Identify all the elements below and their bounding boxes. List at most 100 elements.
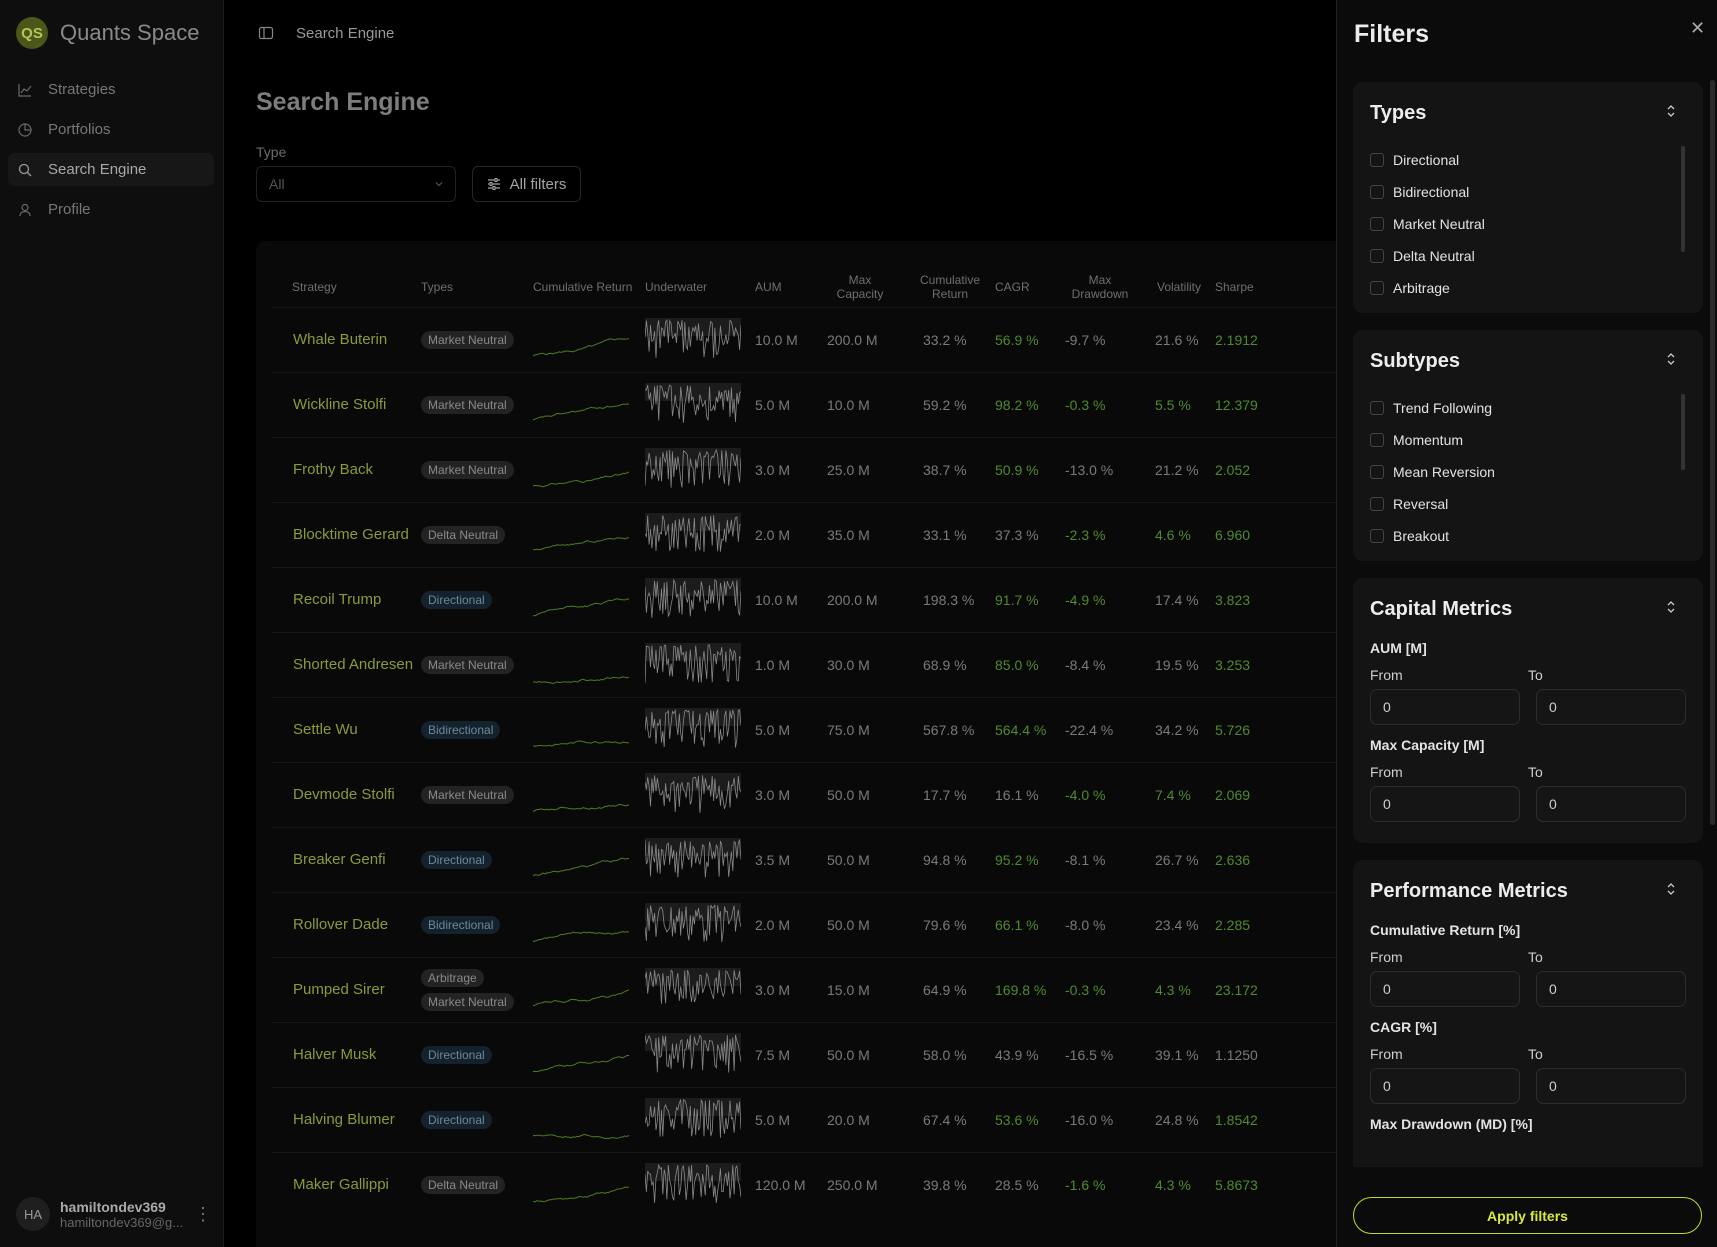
table-row[interactable]: Pumped Sirer Arbitrage Market Neutral 3.0 M… — [271, 956, 1336, 1022]
filter-option-delta-neutral[interactable]: Delta Neutral — [1370, 240, 1686, 272]
strategy-name-link[interactable]: Recoil Trump — [271, 566, 421, 632]
chevron-up-down-icon[interactable] — [1665, 104, 1677, 118]
table-row[interactable]: Whale Buterin Market Neutral 10.0 M 200.0 M… — [271, 306, 1336, 372]
range-from-input[interactable]: 0 — [1370, 689, 1520, 725]
checkbox[interactable] — [1370, 217, 1384, 231]
table-row[interactable]: Recoil Trump Directional 10.0 M 200.0 M 198.… — [271, 566, 1336, 632]
checkbox[interactable] — [1370, 497, 1384, 511]
from-label: From — [1370, 667, 1403, 683]
col-strategy[interactable]: Strategy — [271, 267, 421, 307]
sidebar-item-strategies[interactable]: Strategies — [8, 73, 214, 106]
col-aum[interactable]: AUM — [755, 267, 815, 307]
sidebar-nav: Strategies Portfolios Search Engine Prof… — [8, 73, 214, 233]
table-row[interactable]: Rollover Dade Bidirectional 2.0 M 50.0 M 79.… — [271, 891, 1336, 957]
col-max-capacity[interactable]: Max Capacity — [815, 267, 905, 307]
strategy-name-link[interactable]: Halver Musk — [271, 1021, 421, 1087]
max-capacity-cell: 35.0 M — [815, 501, 905, 567]
col-cumulative-return-chart[interactable]: Cumulative Return — [533, 267, 645, 307]
strategy-name-link[interactable]: Blocktime Gerard — [271, 501, 421, 567]
filter-option-trend-following[interactable]: Trend Following — [1370, 392, 1686, 424]
sidebar-item-portfolios[interactable]: Portfolios — [8, 113, 214, 146]
col-sharpe[interactable]: Sharpe — [1215, 267, 1336, 307]
table-row[interactable]: Devmode Stolfi Market Neutral 3.0 M 50.0 M1… — [271, 761, 1336, 827]
filter-option-bidirectional[interactable]: Bidirectional — [1370, 176, 1686, 208]
strategy-name-link[interactable]: Devmode Stolfi — [271, 761, 421, 827]
more-vertical-icon[interactable]: ⋮ — [194, 1204, 212, 1225]
checkbox[interactable] — [1370, 433, 1384, 447]
table-row[interactable]: Settle Wu Bidirectional 5.0 M 75.0 M 567.8 %… — [271, 696, 1336, 762]
subtypes-scrollbar[interactable] — [1681, 394, 1685, 470]
cumulative-return-chart-cell — [533, 891, 645, 957]
range-from-input[interactable]: 0 — [1370, 1068, 1520, 1104]
strategy-name-link[interactable]: Breaker Genfi — [271, 826, 421, 892]
strategy-name-link[interactable]: Whale Buterin — [271, 306, 421, 372]
col-volatility[interactable]: Volatility — [1143, 267, 1215, 307]
checkbox[interactable] — [1370, 185, 1384, 199]
strategy-name-link[interactable]: Settle Wu — [271, 696, 421, 762]
sidebar-toggle-icon[interactable] — [258, 25, 274, 41]
range-to-input[interactable]: 0 — [1536, 971, 1686, 1007]
table-row[interactable]: Frothy Back Market Neutral 3.0 M 25.0 M 38.7… — [271, 436, 1336, 502]
strategy-name-link[interactable]: Rollover Dade — [271, 891, 421, 957]
sidebar-item-search-engine[interactable]: Search Engine — [8, 153, 214, 186]
underwater-chart-cell — [645, 1021, 755, 1087]
range-to-input[interactable]: 0 — [1536, 689, 1686, 725]
filter-option-arbitrage[interactable]: Arbitrage — [1370, 272, 1686, 304]
table-row[interactable]: Maker Gallippi Delta Neutral 120.0 M 250.0 … — [271, 1151, 1336, 1217]
types-cell: Delta Neutral — [421, 1151, 533, 1217]
strategy-name-link[interactable]: Wickline Stolfi — [271, 371, 421, 437]
strategy-name-link[interactable]: Shorted Andresen — [271, 631, 421, 697]
chevron-up-down-icon[interactable] — [1665, 600, 1677, 614]
brand[interactable]: QS Quants Space — [16, 17, 199, 49]
range-to-input[interactable]: 0 — [1536, 1068, 1686, 1104]
col-underwater[interactable]: Underwater — [645, 267, 755, 307]
all-filters-button[interactable]: All filters — [472, 166, 581, 202]
table-row[interactable]: Halver Musk Directional 7.5 M 50.0 M 58.0 % 4… — [271, 1021, 1336, 1087]
checkbox[interactable] — [1370, 529, 1384, 543]
col-cagr[interactable]: CAGR — [995, 267, 1057, 307]
col-types[interactable]: Types — [421, 267, 533, 307]
table-row[interactable]: Blocktime Gerard Delta Neutral 2.0 M 35.0 M… — [271, 501, 1336, 567]
types-scrollbar[interactable] — [1681, 146, 1685, 252]
col-cumulative-return[interactable]: Cumulative Return — [905, 267, 995, 307]
table-row[interactable]: Shorted Andresen Market Neutral 1.0 M 30.0 … — [271, 631, 1336, 697]
cumulative-return-sparkline — [533, 988, 629, 1006]
filter-option-market-neutral[interactable]: Market Neutral — [1370, 208, 1686, 240]
user-menu[interactable]: HA hamiltondev369 hamiltondev369@g... ⋮ — [16, 1197, 212, 1231]
filter-option-directional[interactable]: Directional — [1370, 144, 1686, 176]
apply-filters-button[interactable]: Apply filters — [1353, 1197, 1702, 1234]
types-cell: Market Neutral — [421, 306, 533, 372]
chevron-up-down-icon[interactable] — [1665, 352, 1677, 366]
filter-option-momentum[interactable]: Momentum — [1370, 424, 1686, 456]
panel-scrollbar[interactable] — [1710, 80, 1715, 825]
filters-scroll-area[interactable]: Types Directional Bidirectional Market Neu… — [1353, 82, 1703, 1167]
filter-option-mean-reversion[interactable]: Mean Reversion — [1370, 456, 1686, 488]
table-row[interactable]: Halving Blumer Directional 5.0 M 20.0 M 67.4… — [271, 1086, 1336, 1152]
strategy-name-link[interactable]: Frothy Back — [271, 436, 421, 502]
sharpe-cell: 12.379 — [1215, 371, 1336, 437]
checkbox[interactable] — [1370, 153, 1384, 167]
strategy-name-link[interactable]: Halving Blumer — [271, 1086, 421, 1152]
sidebar-item-profile[interactable]: Profile — [8, 193, 214, 226]
range-to-input[interactable]: 0 — [1536, 786, 1686, 822]
cagr-cell: 53.6 % — [995, 1086, 1057, 1152]
checkbox[interactable] — [1370, 401, 1384, 415]
range-from-input[interactable]: 0 — [1370, 971, 1520, 1007]
aum-cell: 3.0 M — [755, 956, 815, 1022]
underwater-sparkline — [645, 967, 741, 1004]
range-from-input[interactable]: 0 — [1370, 786, 1520, 822]
underwater-sparkline — [645, 1097, 741, 1138]
filter-option-reversal[interactable]: Reversal — [1370, 488, 1686, 520]
close-icon[interactable]: ✕ — [1690, 18, 1705, 39]
checkbox[interactable] — [1370, 465, 1384, 479]
checkbox[interactable] — [1370, 281, 1384, 295]
type-select[interactable]: All — [256, 166, 456, 202]
strategy-name-link[interactable]: Pumped Sirer — [271, 956, 421, 1022]
chevron-up-down-icon[interactable] — [1665, 882, 1677, 896]
checkbox[interactable] — [1370, 249, 1384, 263]
strategy-name-link[interactable]: Maker Gallippi — [271, 1151, 421, 1217]
col-max-drawdown[interactable]: Max Drawdown — [1057, 267, 1143, 307]
filter-option-breakout[interactable]: Breakout — [1370, 520, 1686, 552]
table-row[interactable]: Wickline Stolfi Market Neutral 5.0 M 10.0 M… — [271, 371, 1336, 437]
table-row[interactable]: Breaker Genfi Directional 3.5 M 50.0 M 94.8 … — [271, 826, 1336, 892]
